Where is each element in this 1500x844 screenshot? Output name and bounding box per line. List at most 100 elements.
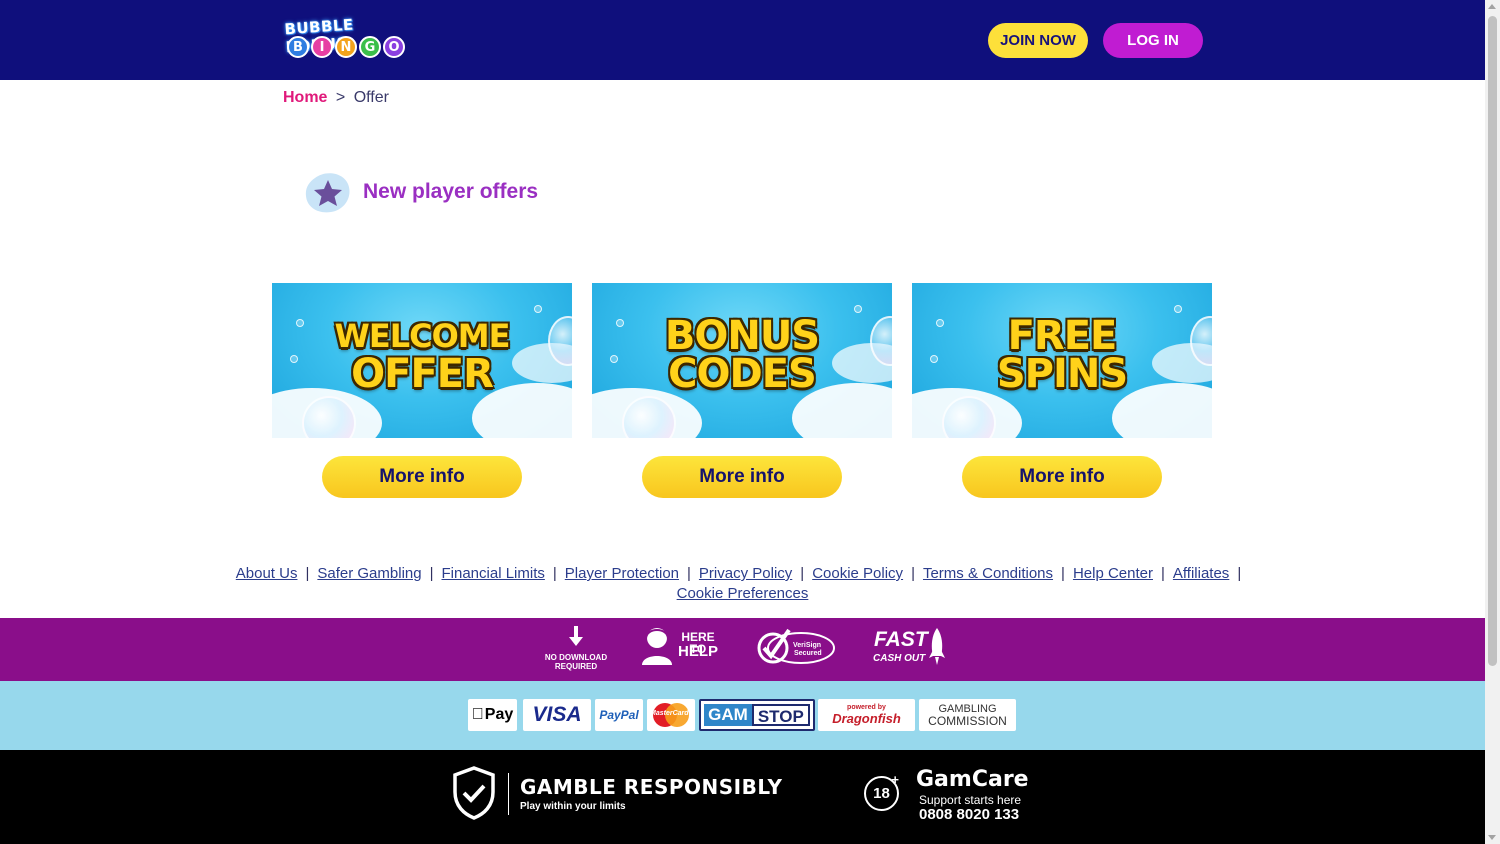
more-info-button[interactable]: More info — [322, 456, 522, 498]
age-label: 18 — [873, 785, 890, 802]
star-icon — [305, 173, 350, 213]
link-divider: | — [429, 565, 434, 582]
age-18-plus-icon: 18 + — [864, 772, 899, 811]
scrollbar-thumb[interactable] — [1488, 16, 1497, 666]
footer-link-cookie-preferences[interactable]: Cookie Preferences — [677, 585, 809, 602]
gamble-responsibly-title: GAMBLE RESPONSIBLY — [520, 775, 783, 799]
banner-title: BONUS CODES — [592, 313, 892, 397]
fast-cash-line1: FAST — [874, 628, 928, 651]
welcome-offer-banner[interactable]: WELCOME OFFER — [272, 283, 572, 438]
offer-card-welcome: WELCOME OFFER More info — [272, 283, 572, 498]
footer-link-financial-limits[interactable]: Financial Limits — [442, 565, 545, 582]
log-in-button[interactable]: LOG IN — [1103, 23, 1203, 58]
mastercard-label: MasterCard — [650, 710, 689, 717]
no-download-badge: NO DOWNLOAD REQUIRED — [540, 626, 612, 671]
footer-link-cookie-policy[interactable]: Cookie Policy — [812, 565, 903, 582]
footer-link-terms-conditions[interactable]: Terms & Conditions — [923, 565, 1053, 582]
logo-ball: I — [311, 36, 333, 58]
banner-title: WELCOME OFFER — [272, 317, 572, 397]
shield-check-icon — [453, 766, 495, 820]
banner-title: FREE SPINS — [912, 313, 1212, 397]
footer-link-affiliates[interactable]: Affiliates — [1173, 565, 1229, 582]
plus-icon: + — [891, 772, 899, 787]
breadcrumb-current: Offer — [353, 89, 389, 106]
support-agent-icon — [642, 628, 672, 665]
banner-title-line1: BONUS — [664, 313, 820, 359]
scroll-down-arrow-icon[interactable] — [1488, 835, 1496, 840]
apple-icon:  — [472, 706, 484, 724]
logo-ball: N — [335, 36, 357, 58]
gambling-commission-logo: GAMBLING COMMISSION — [919, 699, 1016, 731]
gamstop-right: STOP — [751, 704, 810, 726]
page: BUBBLE BONUS B I N G O JOIN NOW LOG IN H… — [0, 0, 1500, 844]
download-arrow-icon — [569, 626, 583, 646]
banner-title-line2: SPINS — [996, 351, 1128, 397]
join-now-button[interactable]: JOIN NOW — [988, 23, 1088, 58]
small-bubble-shape — [854, 305, 862, 313]
fast-cash-out-badge: FAST CASH OUT — [872, 628, 952, 668]
link-divider: | — [305, 565, 310, 582]
small-bubble-shape — [534, 305, 542, 313]
free-spins-banner[interactable]: FREE SPINS — [912, 283, 1212, 438]
dragonfish-logo: powered by Dragonfish — [818, 699, 915, 731]
gambling-commission-line2: COMMISSION — [928, 713, 1007, 728]
fast-cash-line2: CASH OUT — [873, 653, 926, 664]
offer-card-free-spins: FREE SPINS More info — [912, 283, 1212, 498]
breadcrumb-home-link[interactable]: Home — [283, 89, 327, 106]
breadcrumb: Home > Offer — [283, 89, 389, 107]
site-header: BUBBLE BONUS B I N G O JOIN NOW LOG IN — [0, 0, 1485, 80]
link-divider: | — [552, 565, 557, 582]
vertical-scrollbar[interactable] — [1485, 0, 1500, 844]
verisign-secured-badge: VeriSign Secured — [755, 626, 837, 666]
new-player-offers-heading: New player offers — [363, 180, 539, 203]
verisign-line1: VeriSign — [793, 642, 822, 649]
logo-ball: B — [287, 36, 309, 58]
footer-link-about-us[interactable]: About Us — [236, 565, 298, 582]
more-info-button[interactable]: More info — [962, 456, 1162, 498]
bonus-codes-banner[interactable]: BONUS CODES — [592, 283, 892, 438]
breadcrumb-separator: > — [335, 89, 346, 106]
gamstop-left: GAM — [704, 704, 752, 726]
logo-bingo-balls: B I N G O — [287, 36, 405, 58]
here-to-help-line2: HELP — [678, 643, 719, 660]
gamcare-logo[interactable]: GamCare — [916, 767, 1029, 792]
link-divider: | — [800, 565, 805, 582]
banner-title-line2: CODES — [668, 351, 817, 397]
gambling-commission-line1: GAMBLING — [938, 702, 997, 715]
paypal-logo: PayPal — [595, 699, 643, 731]
gamble-responsibly-subtitle: Play within your limits — [520, 801, 626, 812]
banner-title-line2: OFFER — [351, 351, 494, 397]
scroll-up-arrow-icon[interactable] — [1488, 4, 1496, 9]
rg-divider — [508, 773, 509, 815]
dragonfish-brand: Dragonfish — [832, 711, 901, 726]
gamcare-phone[interactable]: 0808 8020 133 — [919, 806, 1019, 823]
no-download-line1: NO DOWNLOAD — [544, 653, 608, 662]
footer-links: About Us | Safer Gambling | Financial Limits… — [150, 564, 1335, 604]
footer-link-help-center[interactable]: Help Center — [1073, 565, 1153, 582]
more-info-button[interactable]: More info — [642, 456, 842, 498]
visa-logo: VISA — [523, 699, 591, 731]
link-divider: | — [1160, 565, 1165, 582]
mastercard-logo: MasterCard — [647, 699, 695, 731]
offer-card-bonus-codes: BONUS CODES More info — [592, 283, 892, 498]
gamcare-subtitle: Support starts here — [919, 793, 1022, 807]
link-divider: | — [1237, 565, 1242, 582]
apple-pay-label: Pay — [478, 706, 513, 723]
small-bubble-shape — [1174, 305, 1182, 313]
footer-link-privacy-policy[interactable]: Privacy Policy — [699, 565, 792, 582]
here-to-help-badge: HERE TO HELP — [640, 625, 724, 665]
link-divider: | — [911, 565, 915, 582]
gamstop-logo: GAM STOP — [699, 699, 815, 731]
link-divider: | — [687, 565, 691, 582]
apple-pay-logo:  Pay — [468, 699, 517, 731]
footer-link-safer-gambling[interactable]: Safer Gambling — [317, 565, 421, 582]
footer-link-player-protection[interactable]: Player Protection — [565, 565, 679, 582]
logo-ball: O — [383, 36, 405, 58]
features-band — [0, 618, 1485, 681]
rocket-icon — [929, 628, 945, 665]
logo-ball: G — [359, 36, 381, 58]
no-download-line2: REQUIRED — [554, 662, 598, 671]
bubble-bonus-bingo-logo[interactable]: BUBBLE BONUS B I N G O — [283, 14, 409, 68]
banner-title-line1: FREE — [1007, 313, 1118, 359]
banner-title-line1: WELCOME — [334, 317, 511, 355]
